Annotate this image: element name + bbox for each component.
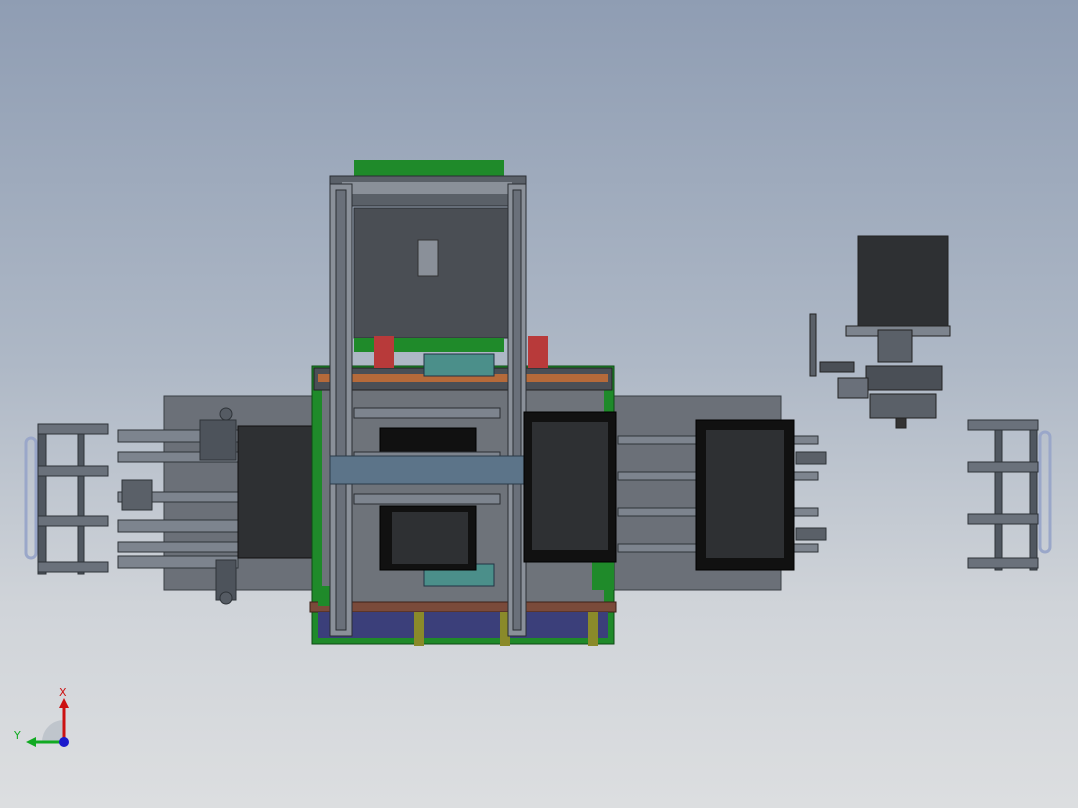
- x-axis-arrow: [59, 698, 69, 708]
- inner-station-bottom-face: [392, 512, 468, 564]
- right-handle-frame: [967, 419, 1052, 571]
- coordinate-triad-icon: X Y: [13, 686, 69, 747]
- left-control-panel: [237, 425, 321, 559]
- center-display-face: [532, 422, 608, 550]
- cad-viewport[interactable]: X Y: [0, 0, 1078, 808]
- y-axis-label: Y: [13, 729, 21, 742]
- left-handle-frame: [24, 423, 109, 575]
- z-axis-dot: [59, 737, 69, 747]
- detached-module: [809, 235, 951, 429]
- right-display-face: [706, 430, 784, 558]
- y-axis-arrow: [26, 737, 36, 747]
- assembly-model[interactable]: [0, 0, 1078, 808]
- x-axis-label: X: [59, 686, 67, 699]
- cross-beam: [329, 455, 527, 485]
